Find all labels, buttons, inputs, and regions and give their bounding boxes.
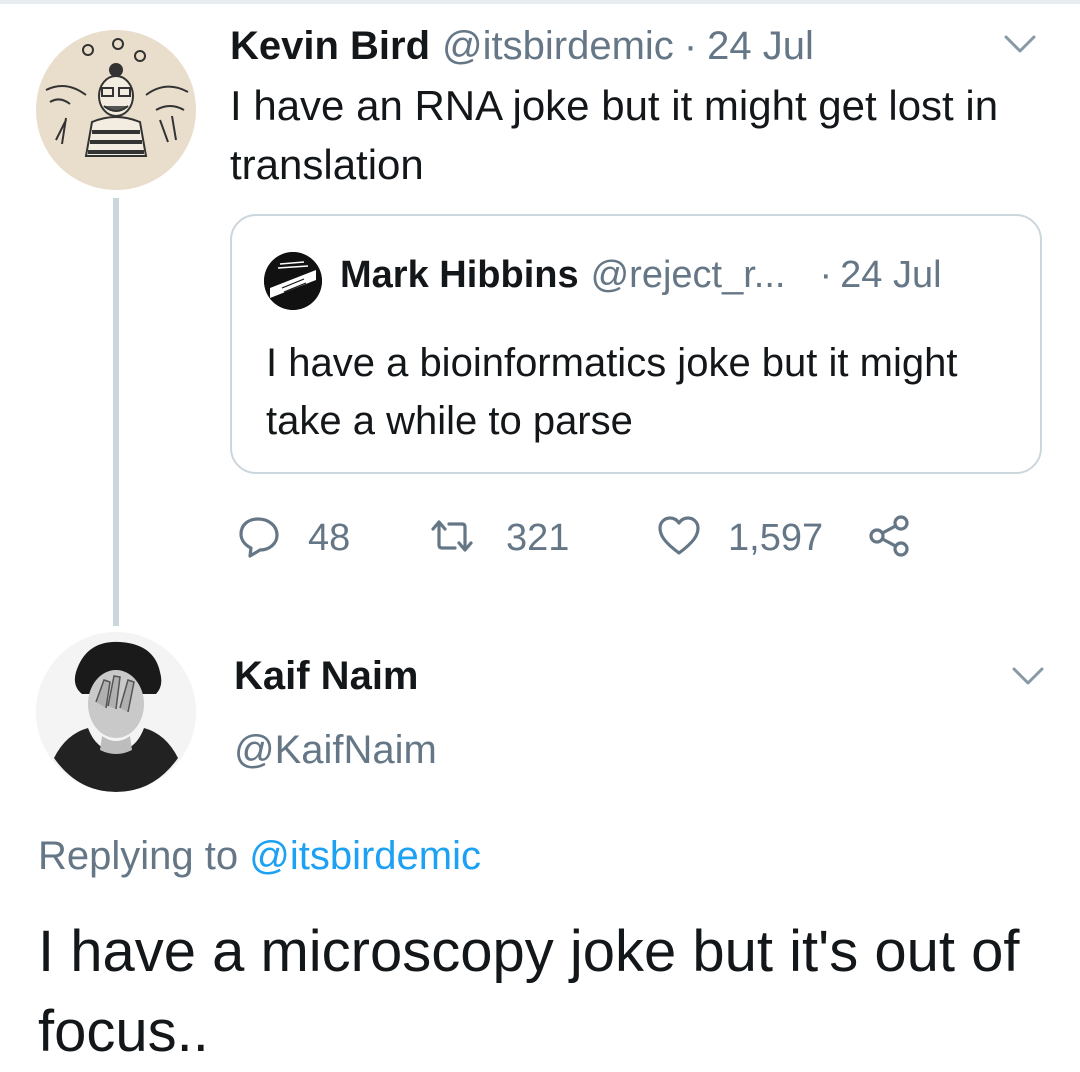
meta-separator: · — [683, 24, 698, 68]
reply-count: 48 — [308, 516, 351, 559]
chevron-down-icon[interactable] — [1008, 656, 1048, 696]
quoted-tweet-date[interactable]: 24 Jul — [840, 254, 941, 297]
like-button[interactable]: 1,597 — [656, 510, 823, 566]
replying-to-label: Replying to — [38, 834, 239, 878]
reply-text: I have a microscopy joke but it's out of… — [38, 919, 1020, 1064]
kevin-bird-avatar[interactable] — [36, 30, 196, 190]
top-divider — [0, 0, 1080, 4]
retweet-count: 321 — [506, 516, 570, 559]
thread-connector-line — [113, 198, 119, 626]
share-button[interactable] — [866, 510, 912, 566]
chevron-down-icon[interactable] — [1000, 24, 1040, 64]
retweet-icon — [424, 513, 480, 564]
quoted-tweet-header: Mark Hibbins @reject_r... · 24 Jul — [340, 254, 942, 297]
like-count: 1,597 — [728, 516, 824, 559]
tweet-text: I have an RNA joke but it might get lost… — [230, 82, 999, 188]
quoted-tweet-card[interactable]: Mark Hibbins @reject_r... · 24 Jul I hav… — [230, 214, 1042, 474]
tweet-actions-bar: 48 321 1,597 — [236, 510, 936, 566]
quoted-author-handle[interactable]: @reject_r... — [591, 254, 786, 297]
reply-button[interactable]: 48 — [236, 510, 350, 566]
share-icon — [866, 513, 912, 564]
quoted-meta-separator: · — [819, 254, 833, 296]
kaif-naim-avatar[interactable] — [36, 632, 196, 792]
replying-to-handle-link[interactable]: @itsbirdemic — [249, 834, 481, 878]
retweet-button[interactable]: 321 — [424, 510, 569, 566]
tweet-date[interactable]: 24 Jul — [707, 24, 814, 69]
quoted-tweet-text: I have a bioinformatics joke but it migh… — [266, 341, 958, 443]
reply-author-name[interactable]: Kaif Naim — [234, 654, 419, 699]
replying-to-line: Replying to @itsbirdemic — [38, 834, 481, 879]
author-name[interactable]: Kevin Bird — [230, 24, 430, 69]
quoted-author-name[interactable]: Mark Hibbins — [340, 254, 579, 297]
mark-hibbins-avatar — [264, 252, 322, 310]
author-handle[interactable]: @itsbirdemic — [442, 24, 674, 69]
reply-author-handle[interactable]: @KaifNaim — [234, 728, 437, 773]
speech-bubble-icon — [236, 513, 282, 564]
tweet-header: Kevin Bird @itsbirdemic · 24 Jul — [230, 24, 814, 74]
heart-icon — [656, 513, 702, 564]
